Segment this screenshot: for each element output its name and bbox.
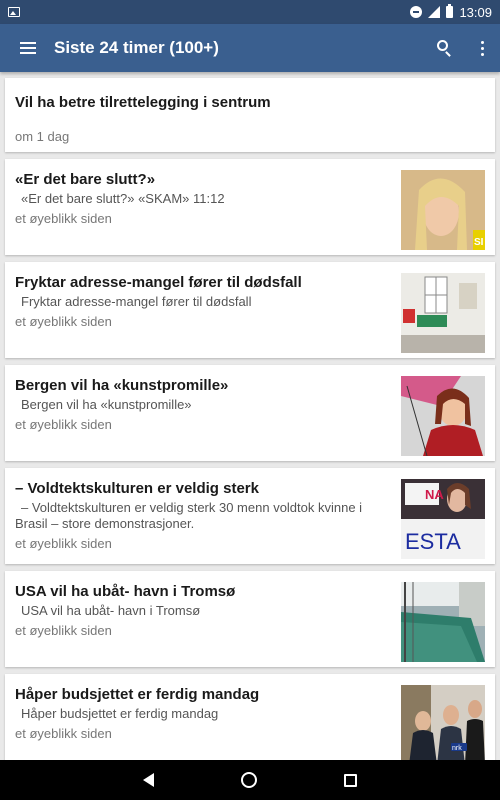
- overflow-menu-icon[interactable]: [464, 24, 500, 72]
- article-thumbnail: [401, 273, 485, 353]
- page-title: Siste 24 timer (100+): [54, 38, 219, 57]
- article-thumbnail: NA ESTA: [401, 479, 485, 559]
- card-title: Fryktar adresse-mangel fører til dødsfal…: [15, 274, 302, 291]
- status-bar: 13:09: [0, 0, 500, 24]
- card-title: – Voldtektskulturen er veldig sterk: [15, 480, 259, 497]
- card-summary: USA vil ha ubåt- havn i Tromsø: [21, 603, 201, 618]
- news-feed[interactable]: Vil ha betre tilrettelegging i sentrum o…: [0, 72, 500, 760]
- card-title: Vil ha betre tilrettelegging i sentrum: [15, 94, 271, 111]
- card-time: et øyeblikk siden: [15, 211, 112, 226]
- news-card[interactable]: Bergen vil ha «kunstpromille» Bergen vil…: [5, 365, 495, 461]
- card-time: et øyeblikk siden: [15, 314, 112, 329]
- card-summary: «Er det bare slutt?» «SKAM» 11:12: [21, 191, 225, 206]
- status-time: 13:09: [459, 4, 492, 20]
- card-time: et øyeblikk siden: [15, 623, 112, 638]
- app-bar: Siste 24 timer (100+): [0, 24, 500, 72]
- article-thumbnail: SI: [401, 170, 485, 250]
- thumb-caption: ESTA: [405, 529, 461, 554]
- card-time: om 1 dag: [15, 129, 70, 144]
- news-card[interactable]: Vil ha betre tilrettelegging i sentrum o…: [5, 78, 495, 152]
- news-card[interactable]: Håper budsjettet er ferdig mandag Håper …: [5, 674, 495, 760]
- image-notification-icon: [8, 7, 20, 17]
- do-not-disturb-icon: [410, 6, 423, 18]
- menu-icon[interactable]: [4, 24, 52, 72]
- thumb-caption: NA: [425, 487, 444, 502]
- card-summary: – Voldtektskulturen er veldig sterk 30 m…: [15, 500, 363, 531]
- card-title: «Er det bare slutt?»: [15, 171, 156, 188]
- signal-icon: [428, 6, 441, 18]
- card-summary: Fryktar adresse-mangel fører til dødsfal…: [21, 294, 252, 309]
- card-time: et øyeblikk siden: [15, 417, 112, 432]
- search-icon[interactable]: [424, 24, 464, 72]
- card-time: et øyeblikk siden: [15, 726, 112, 741]
- recents-icon[interactable]: [343, 773, 357, 787]
- card-title: Håper budsjettet er ferdig mandag: [15, 686, 260, 703]
- battery-icon: [446, 4, 454, 18]
- thumb-caption: nrk: [452, 745, 462, 752]
- news-card[interactable]: USA vil ha ubåt- havn i Tromsø USA vil h…: [5, 571, 495, 667]
- card-summary: Bergen vil ha «kunstpromille»: [21, 397, 192, 412]
- article-thumbnail: [401, 376, 485, 456]
- thumb-caption: SI: [474, 237, 484, 248]
- back-icon[interactable]: [143, 773, 155, 787]
- home-icon[interactable]: [240, 772, 257, 788]
- card-time: et øyeblikk siden: [15, 536, 112, 551]
- system-nav-bar: [0, 760, 500, 800]
- card-summary: Håper budsjettet er ferdig mandag: [21, 706, 219, 721]
- news-card[interactable]: «Er det bare slutt?» «Er det bare slutt?…: [5, 159, 495, 255]
- news-card[interactable]: – Voldtektskulturen er veldig sterk – Vo…: [5, 468, 495, 564]
- article-thumbnail: [401, 582, 485, 662]
- card-title: Bergen vil ha «kunstpromille»: [15, 377, 229, 394]
- article-thumbnail: nrk: [401, 685, 485, 760]
- news-card[interactable]: Fryktar adresse-mangel fører til dødsfal…: [5, 262, 495, 358]
- card-title: USA vil ha ubåt- havn i Tromsø: [15, 583, 236, 600]
